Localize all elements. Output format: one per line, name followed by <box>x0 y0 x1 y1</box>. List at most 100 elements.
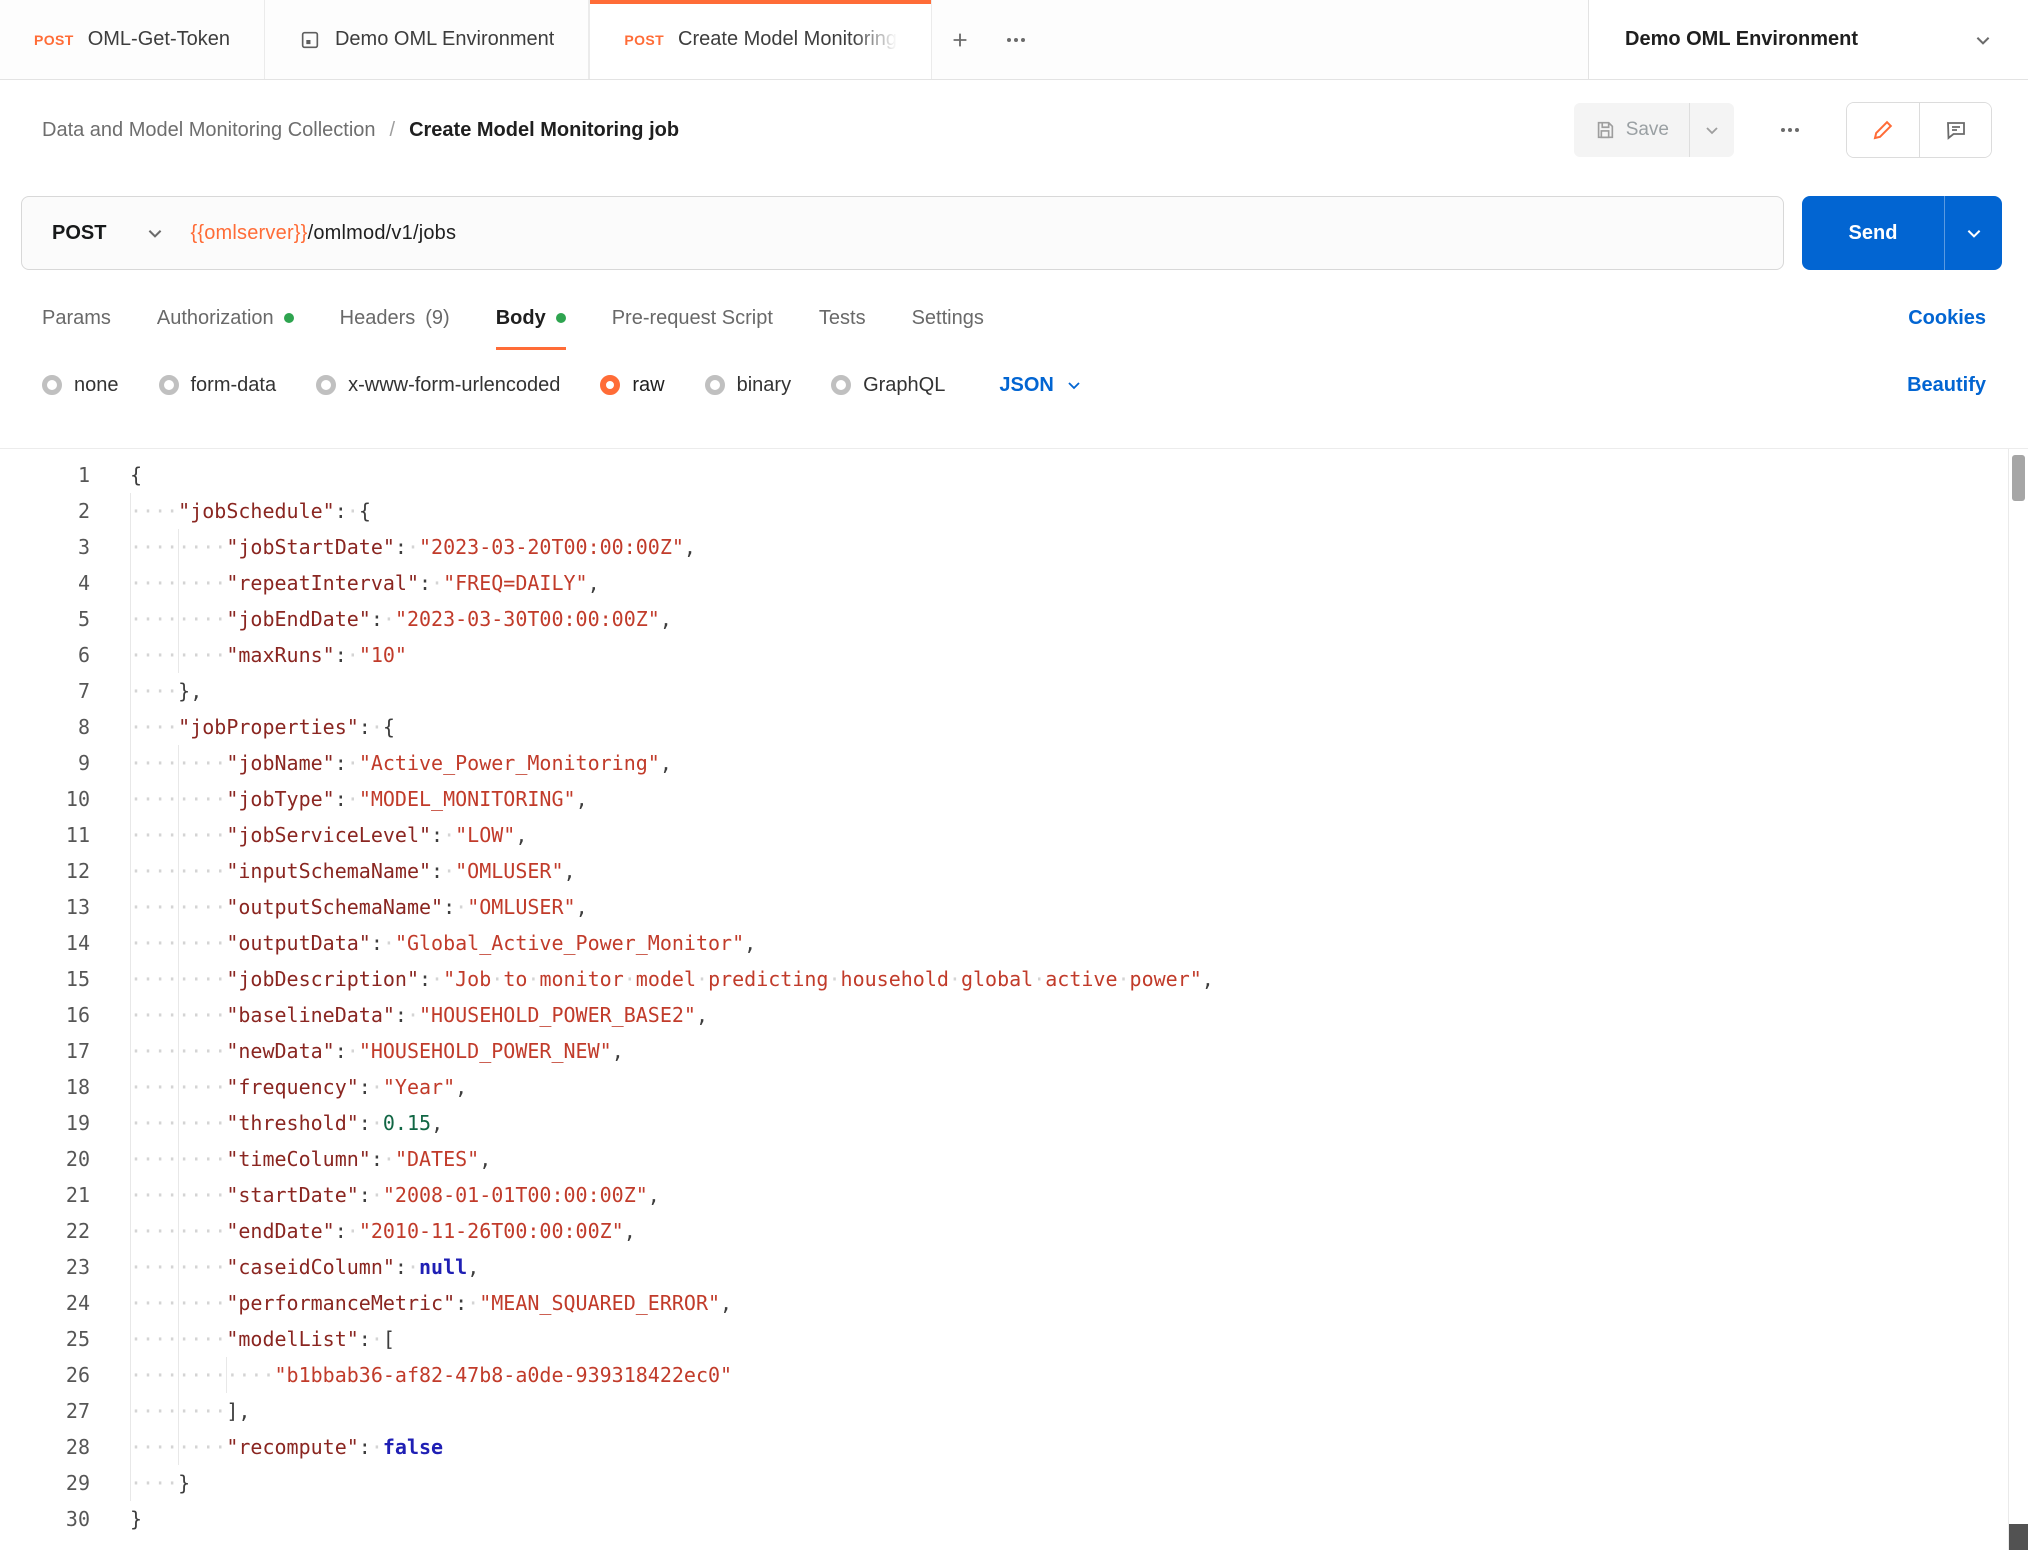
tab-label: Settings <box>911 306 984 329</box>
tab-authorization[interactable]: Authorization <box>157 286 294 350</box>
url-input[interactable]: {{omlserver}}/omlmod/v1/jobs <box>190 222 456 245</box>
code-line[interactable]: 5 ········"jobEndDate":·"2023-03-30T00:00… <box>0 601 2028 637</box>
code-line[interactable]: 15 ········"jobDescription":·"Job·to·moni… <box>0 961 2028 997</box>
code-line[interactable]: 20 ········"timeColumn":·"DATES", <box>0 1141 2028 1177</box>
body-mode-form-data[interactable]: form-data <box>158 374 276 397</box>
line-content[interactable]: ········], <box>130 1393 250 1429</box>
line-content[interactable]: ········"performanceMetric":·"MEAN_SQUAR… <box>130 1285 732 1321</box>
code-line[interactable]: 26 ············"b1bbab36-af82-47b8-a0de-9… <box>0 1357 2028 1393</box>
line-content[interactable]: ········"jobStartDate":·"2023-03-20T00:0… <box>130 529 696 565</box>
line-content[interactable]: { <box>130 457 142 493</box>
code-line[interactable]: 29 ····} <box>0 1465 2028 1501</box>
line-content[interactable]: ········"baselineData":·"HOUSEHOLD_POWER… <box>130 997 708 1033</box>
tab-settings[interactable]: Settings <box>912 286 984 350</box>
code-line[interactable]: 30} <box>0 1501 2028 1537</box>
line-content[interactable]: ········"startDate":·"2008-01-01T00:00:0… <box>130 1177 660 1213</box>
line-content[interactable]: ········"timeColumn":·"DATES", <box>130 1141 491 1177</box>
tab-tests[interactable]: Tests <box>819 286 866 350</box>
more-actions-button[interactable] <box>1762 118 1818 142</box>
line-content[interactable]: ········"jobServiceLevel":·"LOW", <box>130 817 527 853</box>
line-content[interactable]: ········"jobType":·"MODEL_MONITORING", <box>130 781 588 817</box>
send-button[interactable]: Send <box>1802 196 1944 270</box>
code-line[interactable]: 1{ <box>0 457 2028 493</box>
line-content[interactable]: ········"maxRuns":·"10" <box>130 637 407 673</box>
environment-tab[interactable]: Demo OML Environment <box>264 0 590 79</box>
code-line[interactable]: 18 ········"frequency":·"Year", <box>0 1069 2028 1105</box>
line-content[interactable]: ········"repeatInterval":·"FREQ=DAILY", <box>130 565 600 601</box>
scrollbar-thumb[interactable] <box>2012 455 2025 501</box>
code-line[interactable]: 22 ········"endDate":·"2010-11-26T00:00:0… <box>0 1213 2028 1249</box>
request-tab-create-model-monitoring[interactable]: POST Create Model Monitoring <box>589 0 933 79</box>
code-line[interactable]: 28 ········"recompute":·false <box>0 1429 2028 1465</box>
code-line[interactable]: 3 ········"jobStartDate":·"2023-03-20T00:… <box>0 529 2028 565</box>
tab-body[interactable]: Body <box>496 286 566 350</box>
line-content[interactable]: ········"endDate":·"2010-11-26T00:00:00Z… <box>130 1213 636 1249</box>
line-content[interactable]: ········"threshold":·0.15, <box>130 1105 443 1141</box>
code-line[interactable]: 9 ········"jobName":·"Active_Power_Monito… <box>0 745 2028 781</box>
code-line[interactable]: 2 ····"jobSchedule":·{ <box>0 493 2028 529</box>
code-line[interactable]: 14 ········"outputData":·"Global_Active_P… <box>0 925 2028 961</box>
code-lines[interactable]: 1{2 ····"jobSchedule":·{3 ········"jobStar… <box>0 449 2028 1537</box>
code-line[interactable]: 16 ········"baselineData":·"HOUSEHOLD_POW… <box>0 997 2028 1033</box>
tab-pre-request-script[interactable]: Pre-request Script <box>612 286 773 350</box>
code-line[interactable]: 4 ········"repeatInterval":·"FREQ=DAILY", <box>0 565 2028 601</box>
code-line[interactable]: 8 ····"jobProperties":·{ <box>0 709 2028 745</box>
body-language-select[interactable]: JSON <box>999 374 1081 397</box>
line-content[interactable]: ········"jobDescription":·"Job·to·monito… <box>130 961 1214 997</box>
tab-params[interactable]: Params <box>42 286 111 350</box>
code-line[interactable]: 13 ········"outputSchemaName":·"OMLUSER", <box>0 889 2028 925</box>
code-line[interactable]: 12 ········"inputSchemaName":·"OMLUSER", <box>0 853 2028 889</box>
line-content[interactable]: ············"b1bbab36-af82-47b8-a0de-939… <box>130 1357 732 1393</box>
line-content[interactable]: ········"recompute":·false <box>130 1429 443 1465</box>
line-content[interactable]: ····}, <box>130 673 202 709</box>
sidebar-toggle-group <box>1846 102 1992 158</box>
code-line[interactable]: 7 ····}, <box>0 673 2028 709</box>
code-line[interactable]: 10 ········"jobType":·"MODEL_MONITORING", <box>0 781 2028 817</box>
code-editor[interactable]: 1{2 ····"jobSchedule":·{3 ········"jobStar… <box>0 448 2028 1550</box>
code-line[interactable]: 6 ········"maxRuns":·"10" <box>0 637 2028 673</box>
line-content[interactable]: ····"jobSchedule":·{ <box>130 493 371 529</box>
request-tab-oml-get-token[interactable]: POST OML-Get-Token <box>0 0 265 79</box>
line-number: 4 <box>77 571 90 595</box>
line-content[interactable]: ········"frequency":·"Year", <box>130 1069 467 1105</box>
line-content[interactable]: ········"outputData":·"Global_Active_Pow… <box>130 925 756 961</box>
body-mode-none[interactable]: none <box>42 374 119 397</box>
save-button[interactable]: Save <box>1574 103 1689 157</box>
editor-scrollbar[interactable] <box>2008 449 2028 1550</box>
line-content[interactable]: ········"jobEndDate":·"2023-03-30T00:00:… <box>130 601 672 637</box>
body-mode-binary[interactable]: binary <box>704 374 791 397</box>
environment-selector[interactable]: Demo OML Environment <box>1588 0 2028 79</box>
send-options-button[interactable] <box>1944 196 2002 270</box>
body-mode-x-www-form-urlencoded[interactable]: x-www-form-urlencoded <box>316 374 560 397</box>
comments-button[interactable] <box>1919 103 1991 157</box>
body-mode-graphql[interactable]: GraphQL <box>831 374 945 397</box>
code-line[interactable]: 25 ········"modelList":·[ <box>0 1321 2028 1357</box>
cookies-link[interactable]: Cookies <box>1908 286 1986 350</box>
tab-options-button[interactable] <box>988 0 1044 79</box>
line-content[interactable]: ········"outputSchemaName":·"OMLUSER", <box>130 889 588 925</box>
line-number: 17 <box>65 1039 90 1063</box>
code-line[interactable]: 24 ········"performanceMetric":·"MEAN_SQU… <box>0 1285 2028 1321</box>
line-content[interactable]: ········"modelList":·[ <box>130 1321 395 1357</box>
code-line[interactable]: 23 ········"caseidColumn":·null, <box>0 1249 2028 1285</box>
documentation-edit-button[interactable] <box>1847 103 1919 157</box>
body-mode-raw[interactable]: raw <box>600 374 665 397</box>
line-content[interactable]: ········"caseidColumn":·null, <box>130 1249 479 1285</box>
beautify-link[interactable]: Beautify <box>1907 374 1986 397</box>
tab-headers[interactable]: Headers (9) <box>340 286 450 350</box>
code-line[interactable]: 21 ········"startDate":·"2008-01-01T00:00… <box>0 1177 2028 1213</box>
line-content[interactable]: ····} <box>130 1465 190 1501</box>
code-line[interactable]: 19 ········"threshold":·0.15, <box>0 1105 2028 1141</box>
line-content[interactable]: } <box>130 1501 142 1537</box>
breadcrumb-collection[interactable]: Data and Model Monitoring Collection <box>42 119 376 142</box>
new-tab-button[interactable] <box>932 0 988 79</box>
code-line[interactable]: 11 ········"jobServiceLevel":·"LOW", <box>0 817 2028 853</box>
code-line[interactable]: 17 ········"newData":·"HOUSEHOLD_POWER_NE… <box>0 1033 2028 1069</box>
method-select[interactable]: POST <box>22 222 190 245</box>
code-line[interactable]: 27 ········], <box>0 1393 2028 1429</box>
line-content[interactable]: ········"newData":·"HOUSEHOLD_POWER_NEW"… <box>130 1033 624 1069</box>
line-content[interactable]: ········"inputSchemaName":·"OMLUSER", <box>130 853 576 889</box>
line-content[interactable]: ········"jobName":·"Active_Power_Monitor… <box>130 745 672 781</box>
line-content[interactable]: ····"jobProperties":·{ <box>130 709 395 745</box>
save-options-button[interactable] <box>1689 103 1734 157</box>
